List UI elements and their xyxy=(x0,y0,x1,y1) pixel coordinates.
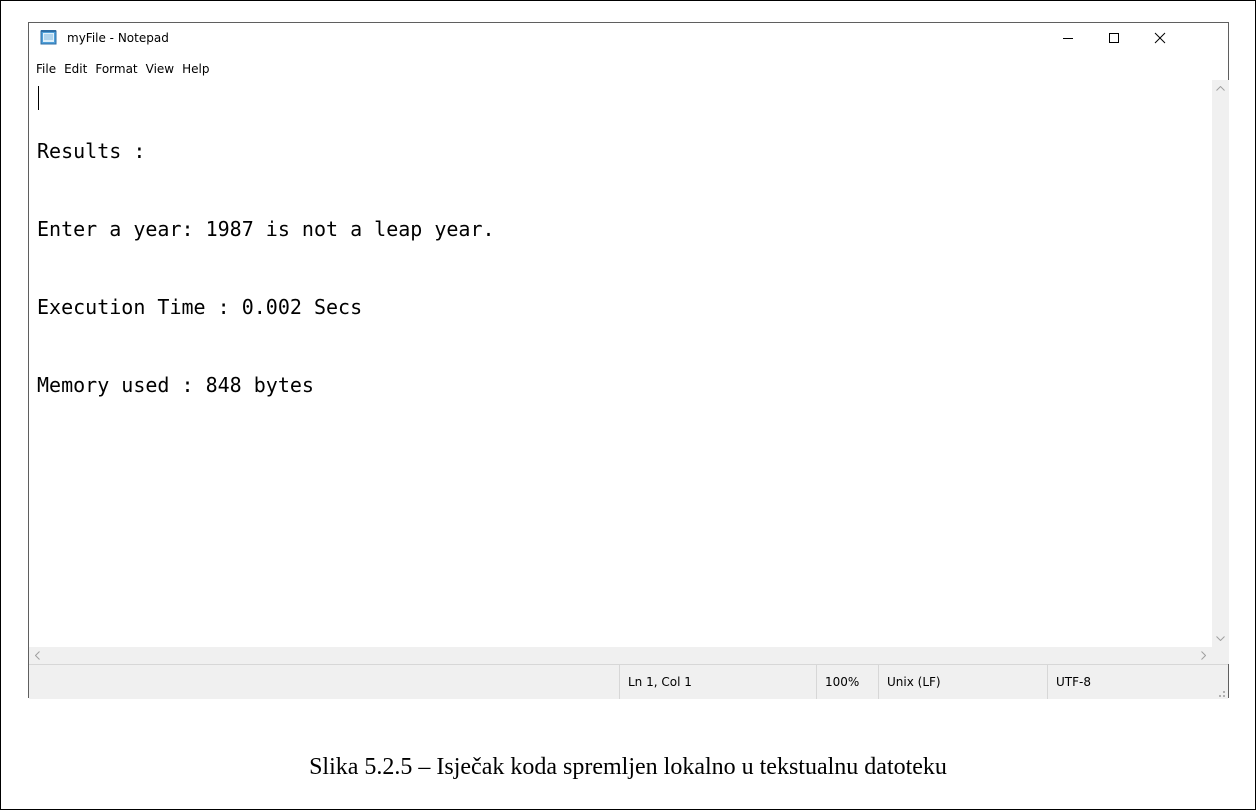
editor-line: Enter a year: 1987 is not a leap year. xyxy=(37,217,495,241)
maximize-icon xyxy=(1109,33,1119,43)
horizontal-scrollbar[interactable] xyxy=(29,647,1212,664)
menu-view[interactable]: View xyxy=(142,59,178,79)
chevron-down-icon[interactable] xyxy=(1212,630,1229,647)
minimize-button[interactable] xyxy=(1045,23,1091,53)
status-spacer xyxy=(29,665,619,699)
window-title: myFile - Notepad xyxy=(67,31,169,45)
text-caret xyxy=(38,86,39,110)
title-bar[interactable]: myFile - Notepad xyxy=(29,23,1228,59)
menu-format[interactable]: Format xyxy=(91,59,141,79)
editor-line: Execution Time : 0.002 Secs xyxy=(37,295,363,319)
close-button[interactable] xyxy=(1137,23,1183,53)
resize-grip-icon[interactable] xyxy=(1214,685,1226,697)
text-editor[interactable]: Results : Enter a year: 1987 is not a le… xyxy=(29,80,1212,647)
chevron-up-icon[interactable] xyxy=(1212,80,1229,97)
vertical-scrollbar[interactable] xyxy=(1212,80,1229,647)
maximize-button[interactable] xyxy=(1091,23,1137,53)
editor-line: Results : xyxy=(37,139,146,163)
scrollbar-corner xyxy=(1212,647,1229,664)
status-bar: Ln 1, Col 1 100% Unix (LF) UTF-8 xyxy=(29,664,1228,699)
status-position: Ln 1, Col 1 xyxy=(619,665,816,699)
menu-bar: File Edit Format View Help xyxy=(29,59,1228,79)
minimize-icon xyxy=(1063,38,1073,39)
menu-help[interactable]: Help xyxy=(178,59,213,79)
status-zoom: 100% xyxy=(816,665,878,699)
close-icon xyxy=(1154,32,1166,44)
menu-edit[interactable]: Edit xyxy=(60,59,91,79)
notepad-window: myFile - Notepad File Edit Format View H… xyxy=(28,22,1229,699)
notepad-icon xyxy=(40,29,57,45)
menu-file[interactable]: File xyxy=(29,59,60,79)
chevron-right-icon[interactable] xyxy=(1195,647,1212,664)
status-encoding: UTF-8 xyxy=(1047,665,1228,699)
status-line-ending: Unix (LF) xyxy=(878,665,1047,699)
figure-caption: Slika 5.2.5 – Isječak koda spremljen lok… xyxy=(309,754,947,780)
editor-line: Memory used : 848 bytes xyxy=(37,373,314,397)
chevron-left-icon[interactable] xyxy=(29,647,46,664)
